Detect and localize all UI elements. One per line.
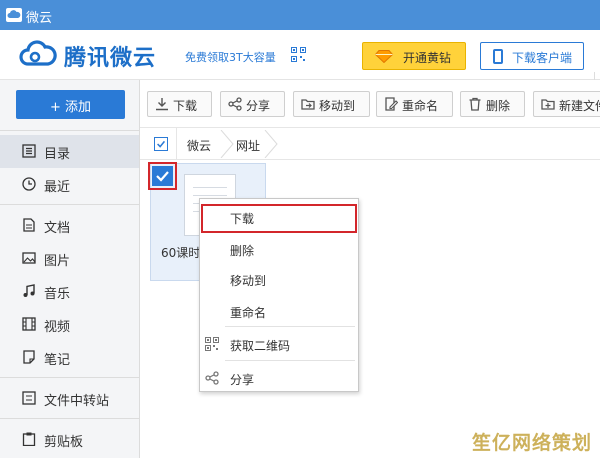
promo-link[interactable]: 免费领取3T大容量 bbox=[185, 49, 276, 65]
image-icon bbox=[22, 252, 36, 264]
vip-button-label: 开通黄钻 bbox=[403, 51, 452, 65]
select-all-checkbox[interactable] bbox=[154, 137, 168, 151]
context-menu-item-label: 删除 bbox=[230, 244, 255, 258]
qrcode-icon[interactable] bbox=[291, 47, 306, 62]
sidebar-item-label: 笔记 bbox=[44, 353, 71, 368]
breadcrumb-item-weiyun[interactable]: 微云 bbox=[187, 137, 211, 154]
move-to-button-label: 移动到 bbox=[319, 99, 356, 113]
share-button-label: 分享 bbox=[246, 99, 271, 113]
vip-button[interactable]: 开通黄钻 bbox=[362, 42, 466, 70]
context-menu-divider bbox=[225, 360, 355, 361]
list-icon bbox=[22, 144, 36, 158]
transfer-icon bbox=[22, 391, 36, 405]
watermark-text: 笙亿网络策划 bbox=[472, 432, 593, 454]
sidebar-item-images[interactable]: 图片 bbox=[0, 242, 139, 275]
clipboard-icon bbox=[22, 432, 36, 446]
sidebar-item-label: 视频 bbox=[44, 320, 71, 335]
share-icon bbox=[228, 97, 242, 111]
download-client-label: 下载客户端 bbox=[512, 51, 573, 65]
context-menu-item-share[interactable]: 分享 bbox=[200, 363, 358, 393]
qrcode-icon bbox=[205, 337, 219, 351]
sidebar-item-transfer[interactable]: 文件中转站 bbox=[0, 382, 139, 415]
rename-button[interactable]: 重命名 bbox=[376, 91, 453, 117]
sidebar-item-notes[interactable]: 笔记 bbox=[0, 341, 139, 374]
rename-icon bbox=[385, 97, 398, 111]
delete-button-label: 删除 bbox=[486, 99, 511, 113]
doc-line bbox=[193, 195, 227, 196]
context-menu-divider bbox=[225, 326, 355, 327]
context-menu-item-delete[interactable]: 删除 bbox=[200, 234, 358, 264]
share-button[interactable]: 分享 bbox=[220, 91, 285, 117]
music-icon bbox=[23, 284, 35, 297]
cloud-icon bbox=[6, 8, 22, 22]
diamond-icon bbox=[375, 50, 393, 63]
move-icon bbox=[301, 99, 315, 110]
new-folder-icon bbox=[541, 99, 555, 110]
weiyun-logo-icon bbox=[19, 40, 57, 66]
sidebar-item-recent[interactable]: 最近 bbox=[0, 168, 139, 201]
sidebar-item-clipboard[interactable]: 剪贴板 bbox=[0, 423, 139, 456]
download-highlight-frame bbox=[201, 204, 357, 233]
note-icon bbox=[23, 350, 35, 364]
move-to-button[interactable]: 移动到 bbox=[293, 91, 370, 117]
checkbox-highlight-frame bbox=[148, 162, 177, 190]
delete-button[interactable]: 删除 bbox=[460, 91, 525, 117]
sidebar-item-label: 图片 bbox=[44, 254, 71, 269]
context-menu-item-label: 获取二维码 bbox=[230, 339, 291, 353]
sidebar-divider bbox=[0, 130, 139, 131]
video-icon bbox=[22, 317, 36, 331]
sidebar-item-catalog[interactable]: 目录 bbox=[0, 135, 139, 168]
sidebar-item-label: 文档 bbox=[44, 221, 71, 236]
sidebar-item-label: 最近 bbox=[44, 180, 71, 195]
window-title: 微云 bbox=[26, 11, 53, 26]
new-folder-button-label: 新建文件 bbox=[559, 99, 600, 113]
file-name: 60课时的 bbox=[161, 246, 203, 260]
sidebar-divider bbox=[0, 377, 139, 378]
download-client-button[interactable]: 下载客户端 bbox=[480, 42, 584, 70]
chevron-right-icon bbox=[264, 130, 278, 158]
logo-text: 腾讯微云 bbox=[64, 46, 157, 71]
sidebar-item-video[interactable]: 视频 bbox=[0, 308, 139, 341]
doc-line bbox=[193, 187, 227, 188]
download-icon bbox=[156, 98, 168, 111]
new-folder-button[interactable]: 新建文件 bbox=[533, 91, 600, 117]
context-menu-item-rename[interactable]: 重命名 bbox=[200, 296, 358, 326]
sidebar-item-label: 剪贴板 bbox=[44, 435, 84, 450]
title-bar: 微云 bbox=[0, 0, 600, 30]
sidebar-item-label: 文件中转站 bbox=[44, 394, 110, 409]
context-menu-item-move-to[interactable]: 移动到 bbox=[200, 264, 358, 294]
context-menu-item-label: 移动到 bbox=[230, 274, 267, 288]
breadcrumb-item-url[interactable]: 网址 bbox=[236, 137, 260, 154]
breadcrumb-divider bbox=[176, 128, 177, 160]
breadcrumb: 微云 网址 bbox=[140, 128, 600, 160]
sidebar-item-documents[interactable]: 文档 bbox=[0, 209, 139, 242]
document-icon bbox=[23, 218, 35, 232]
download-button[interactable]: 下载 bbox=[147, 91, 212, 117]
header: 腾讯微云 免费领取3T大容量 开通黄钻 下载客户端 bbox=[0, 30, 600, 90]
chevron-right-icon bbox=[220, 130, 234, 158]
context-menu-item-label: 重命名 bbox=[230, 306, 267, 320]
sidebar-item-music[interactable]: 音乐 bbox=[0, 275, 139, 308]
context-menu-item-qrcode[interactable]: 获取二维码 bbox=[200, 329, 358, 359]
download-button-label: 下载 bbox=[173, 99, 198, 113]
rename-button-label: 重命名 bbox=[402, 99, 439, 113]
sidebar: + 添加 目录 最近 文档 图片 音乐 视频 笔记 文件中转站 剪贴板 bbox=[0, 80, 140, 458]
phone-icon bbox=[493, 49, 503, 64]
sidebar-item-label: 音乐 bbox=[44, 287, 71, 302]
add-button-label: + 添加 bbox=[49, 100, 92, 115]
toolbar: 下载 分享 移动到 重命名 删除 新建文 bbox=[140, 80, 600, 128]
weiyun-window: 微云 腾讯微云 免费领取3T大容量 开通黄钻 下载客户端 + 添加 目录 最近 … bbox=[0, 0, 600, 458]
share-icon bbox=[205, 371, 219, 385]
sidebar-item-label: 目录 bbox=[44, 147, 71, 162]
add-button[interactable]: + 添加 bbox=[16, 90, 125, 119]
clock-icon bbox=[22, 177, 36, 191]
sidebar-divider bbox=[0, 418, 139, 419]
sidebar-divider bbox=[0, 204, 139, 205]
context-menu-item-label: 分享 bbox=[230, 373, 255, 387]
trash-icon bbox=[469, 97, 481, 111]
